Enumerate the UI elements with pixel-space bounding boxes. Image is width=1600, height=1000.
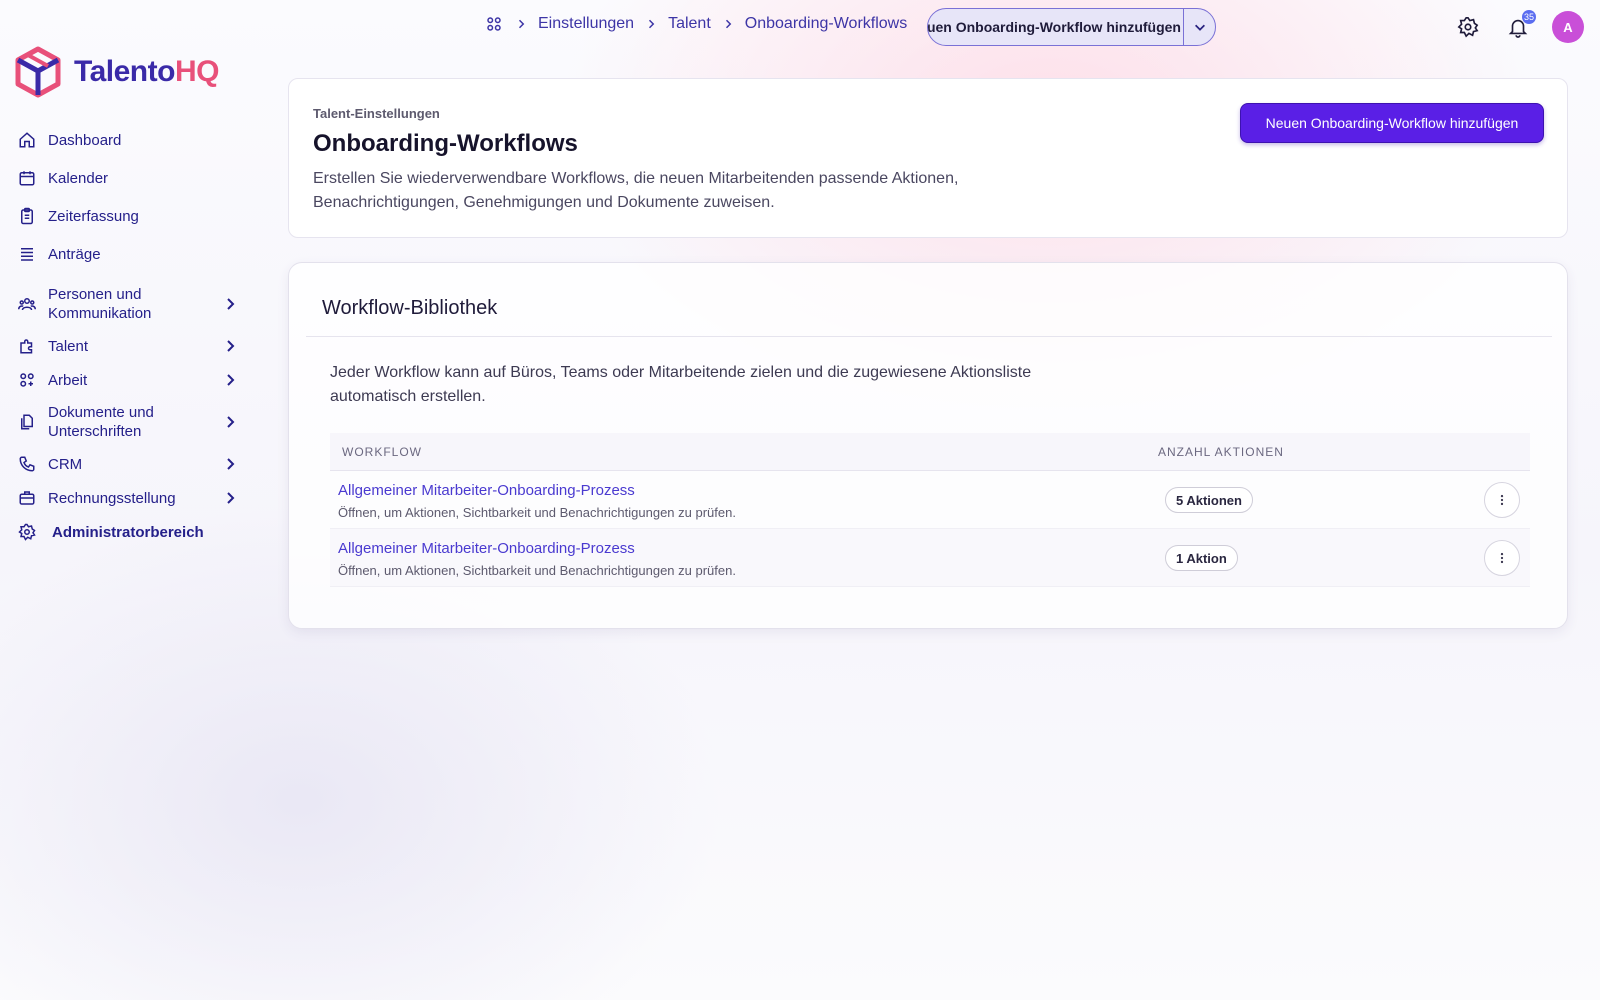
chevron-right-icon: [227, 416, 235, 428]
chevron-right-icon: [227, 492, 235, 504]
action-count-badge: 1 Aktion: [1165, 545, 1238, 571]
sidebar-item-antraege[interactable]: Anträge: [16, 239, 246, 269]
workflow-subtitle: Öffnen, um Aktionen, Sichtbarkeit und Be…: [338, 563, 736, 578]
chevron-right-icon: [227, 374, 235, 386]
sidebar-item-label: Anträge: [48, 245, 101, 263]
apps-grid-icon[interactable]: [484, 14, 504, 34]
table-row: Allgemeiner Mitarbeiter-Onboarding-Proze…: [330, 471, 1530, 529]
page-eyebrow: Talent-Einstellungen: [313, 106, 440, 121]
people-icon: [16, 293, 38, 315]
sidebar-item-label: Talent: [48, 337, 89, 355]
brand-name: TalentoHQ: [74, 55, 219, 89]
breadcrumb-onboarding-workflows: Onboarding-Workflows: [744, 15, 908, 32]
sidebar-item-label: Administratorbereich: [52, 523, 204, 541]
library-intro: Jeder Workflow kann auf Büros, Teams ode…: [330, 364, 1032, 405]
gear-icon: [1457, 17, 1479, 38]
more-vertical-icon: [1500, 552, 1504, 564]
sidebar-item-talent[interactable]: Talent: [16, 331, 246, 361]
workflow-link[interactable]: Allgemeiner Mitarbeiter-Onboarding-Proze…: [338, 540, 635, 557]
chevron-right-icon: [227, 340, 235, 352]
sidebar-item-label: CRM: [48, 455, 83, 473]
sidebar-item-arbeit[interactable]: Arbeit: [16, 365, 246, 395]
library-title: Workflow-Bibliothek: [322, 297, 498, 319]
notification-badge: 35: [1522, 10, 1536, 24]
puzzle-icon: [16, 335, 38, 357]
divider: [306, 336, 1552, 337]
add-workflow-split-button-main[interactable]: Neuen Onboarding-Workflow hinzufügen: [928, 9, 1184, 45]
chevron-right-icon: [721, 17, 735, 31]
chevron-down-icon: [1194, 24, 1205, 31]
workflow-link[interactable]: Allgemeiner Mitarbeiter-Onboarding-Proze…: [338, 482, 635, 499]
sidebar-item-crm[interactable]: CRM: [16, 449, 246, 479]
grid-icon: [16, 369, 38, 391]
list-icon: [16, 243, 38, 265]
breadcrumb: Einstellungen Talent Onboarding-Workflow…: [484, 14, 907, 34]
sidebar-item-dokumente[interactable]: Dokumente und Unterschriften: [16, 402, 246, 442]
sidebar-item-administratorbereich[interactable]: Administratorbereich: [16, 517, 246, 547]
settings-button[interactable]: [1455, 14, 1481, 40]
briefcase-icon: [16, 487, 38, 509]
brand-name-part1: Talento: [74, 55, 175, 88]
chevron-right-icon: [227, 458, 235, 470]
sidebar-item-label: Dokumente und Unterschriften: [48, 404, 154, 440]
sidebar-item-zeiterfassung[interactable]: Zeiterfassung: [16, 201, 246, 231]
workflow-table: WORKFLOW ANZAHL AKTIONEN Allgemeiner Mit…: [330, 433, 1530, 587]
add-workflow-split-button: Neuen Onboarding-Workflow hinzufügen: [927, 8, 1216, 46]
sidebar-item-label: Dashboard: [48, 131, 122, 149]
sidebar-item-label: Zeiterfassung: [48, 207, 139, 225]
row-menu-button[interactable]: [1484, 540, 1520, 576]
table-row: Allgemeiner Mitarbeiter-Onboarding-Proze…: [330, 529, 1530, 587]
column-header-workflow: WORKFLOW: [342, 444, 422, 459]
gear-icon: [16, 521, 38, 543]
breadcrumb-einstellungen[interactable]: Einstellungen: [538, 15, 634, 33]
calendar-icon: [16, 167, 38, 189]
clipboard-icon: [16, 205, 38, 227]
workflow-subtitle: Öffnen, um Aktionen, Sichtbarkeit und Be…: [338, 505, 736, 520]
page-description: Erstellen Sie wiederverwendbare Workflow…: [313, 170, 959, 211]
sidebar: TalentoHQ Dashboard Kalender Zeiterfassu…: [0, 0, 260, 1000]
chevron-right-icon: [227, 298, 235, 310]
topbar: Einstellungen Talent Onboarding-Workflow…: [0, 0, 1600, 54]
page-header-card: Talent-Einstellungen Onboarding-Workflow…: [288, 78, 1568, 238]
phone-icon: [16, 453, 38, 475]
column-header-action-count: ANZAHL AKTIONEN: [1158, 444, 1284, 459]
more-vertical-icon: [1500, 494, 1504, 506]
breadcrumb-talent[interactable]: Talent: [668, 15, 711, 33]
add-workflow-button[interactable]: Neuen Onboarding-Workflow hinzufügen: [1240, 103, 1544, 143]
sidebar-item-label: Personen und Kommunikation: [48, 286, 152, 322]
page-title: Onboarding-Workflows: [313, 130, 578, 157]
documents-icon: [16, 411, 38, 433]
action-count-badge: 5 Aktionen: [1165, 487, 1253, 513]
sidebar-item-label: Arbeit: [48, 371, 88, 389]
brand-name-part2: HQ: [174, 55, 220, 88]
sidebar-item-rechnungsstellung[interactable]: Rechnungsstellung: [16, 483, 246, 513]
sidebar-item-kalender[interactable]: Kalender: [16, 163, 246, 193]
sidebar-item-dashboard[interactable]: Dashboard: [16, 125, 246, 155]
split-button-dropdown[interactable]: [1184, 9, 1215, 45]
sidebar-item-label: Kalender: [48, 169, 109, 187]
home-icon: [16, 129, 38, 151]
chevron-right-icon: [514, 17, 528, 31]
avatar[interactable]: A: [1552, 11, 1584, 43]
table-header: WORKFLOW ANZAHL AKTIONEN: [330, 433, 1530, 471]
sidebar-item-label: Rechnungsstellung: [48, 489, 176, 507]
workflow-library-card: Workflow-Bibliothek Jeder Workflow kann …: [288, 262, 1568, 629]
sidebar-item-personen[interactable]: Personen und Kommunikation: [16, 284, 246, 324]
chevron-right-icon: [644, 17, 658, 31]
row-menu-button[interactable]: [1484, 482, 1520, 518]
